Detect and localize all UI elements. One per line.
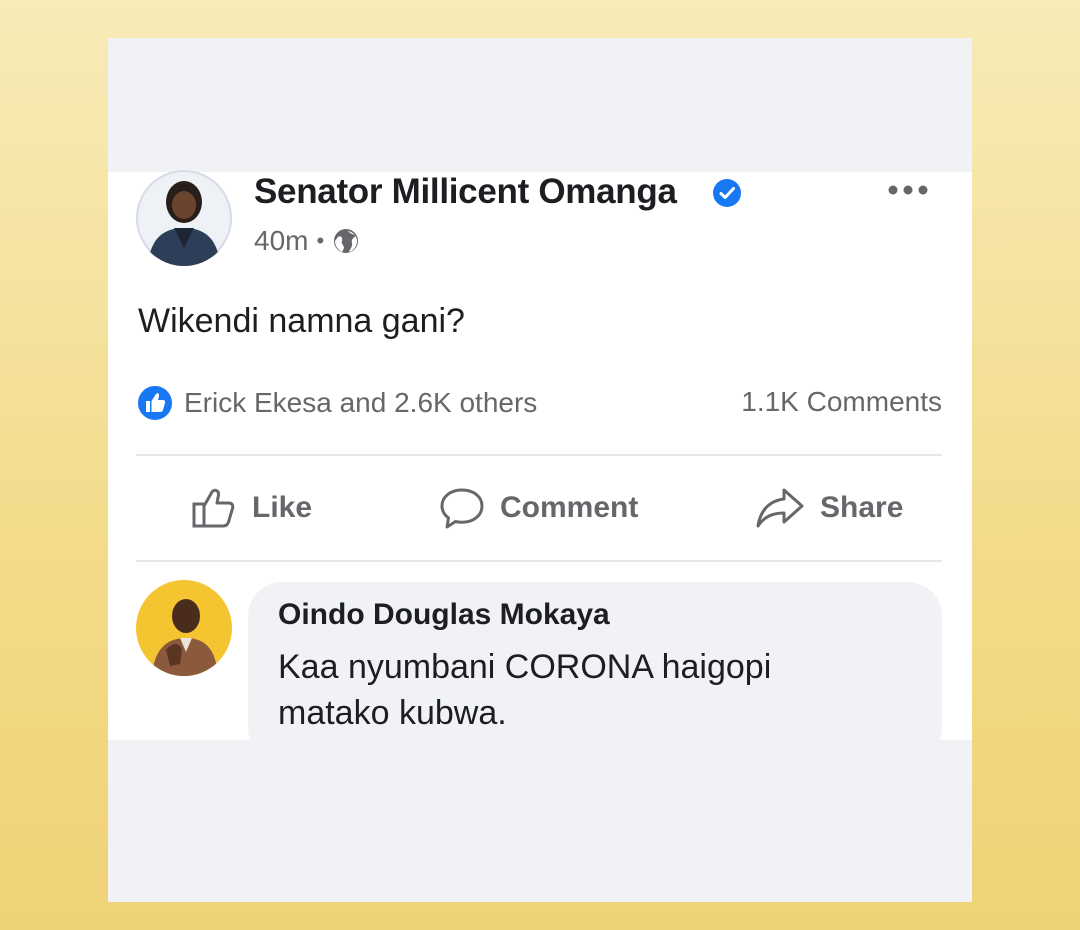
like-button[interactable]: Like xyxy=(190,478,312,538)
reactions-text: Erick Ekesa and 2.6K others xyxy=(184,387,538,418)
comment-button[interactable]: Comment xyxy=(438,478,638,538)
share-button[interactable]: Share xyxy=(754,478,903,538)
verified-badge-icon xyxy=(713,179,741,207)
comment-bubble: Oindo Douglas Mokaya Kaa nyumbani CORONA… xyxy=(248,582,942,762)
reactions-summary[interactable]: Erick Ekesa and 2.6K others xyxy=(136,384,537,422)
post-author-name[interactable]: Senator Millicent Omanga xyxy=(254,172,677,212)
like-reaction-icon xyxy=(136,384,174,422)
like-label: Like xyxy=(252,491,313,524)
globe-icon[interactable] xyxy=(332,227,360,255)
comment-icon xyxy=(440,488,484,529)
more-options-icon[interactable] xyxy=(886,180,930,200)
divider xyxy=(136,454,942,456)
comment-author-name[interactable]: Oindo Douglas Mokaya xyxy=(278,598,610,632)
share-icon xyxy=(756,488,804,528)
post-action-bar: Like Comment Share xyxy=(136,478,942,538)
comments-count[interactable]: 1.1K Comments xyxy=(741,386,942,418)
comment-label: Comment xyxy=(500,491,639,524)
post-meta: 40m • xyxy=(254,224,360,258)
like-icon xyxy=(192,488,235,528)
share-label: Share xyxy=(820,491,904,524)
author-avatar[interactable] xyxy=(136,170,232,266)
post-text: Wikendi namna gani? xyxy=(138,302,465,340)
meta-separator: • xyxy=(316,228,325,253)
facebook-post: Senator Millicent Omanga 40m • Wikendi n… xyxy=(108,170,972,762)
commenter-avatar[interactable] xyxy=(136,580,232,676)
comment-text: Kaa nyumbani CORONA haigopi matako kubwa… xyxy=(278,648,772,732)
post-timestamp[interactable]: 40m xyxy=(254,225,308,257)
divider xyxy=(136,560,942,562)
